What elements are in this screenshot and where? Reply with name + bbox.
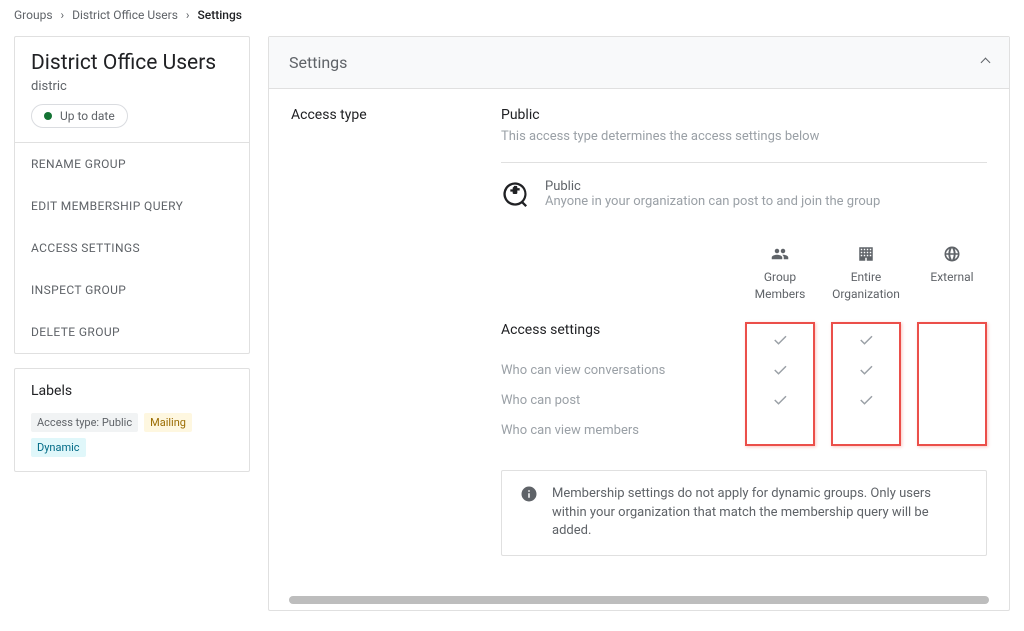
globe-icon: [943, 245, 961, 263]
status-badge: Up to date: [31, 104, 128, 128]
public-heading: Public: [545, 179, 880, 194]
horizontal-scrollbar[interactable]: [289, 596, 989, 604]
labels-heading: Labels: [31, 383, 233, 399]
info-icon: [520, 485, 538, 503]
sidebar-item-inspect-group[interactable]: INSPECT GROUP: [15, 269, 249, 311]
group-name: District Office Users: [31, 51, 233, 75]
people-icon: [771, 245, 789, 263]
public-desc: Anyone in your organization can post to …: [545, 194, 880, 209]
sidebar-item-access-settings[interactable]: ACCESS SETTINGS: [15, 227, 249, 269]
crumb-groups[interactable]: Groups: [14, 8, 53, 22]
row-label-access-type: Access type: [291, 107, 481, 556]
access-type-desc: This access type determines the access s…: [501, 129, 987, 144]
group-email: distric: [31, 79, 233, 94]
access-columns-header: Group Members Entire Organization Extern…: [501, 245, 987, 304]
row-view-conversations: Who can view conversations: [501, 356, 745, 386]
crumb-group[interactable]: District Office Users: [72, 8, 178, 22]
access-type-value: Public: [501, 107, 987, 123]
matrix-col: [745, 322, 815, 446]
status-dot-icon: [44, 112, 52, 120]
sidebar-item-delete-group[interactable]: DELETE GROUP: [15, 311, 249, 353]
sidebar-item-rename-group[interactable]: RENAME GROUP: [15, 143, 249, 185]
highlight-box: [917, 322, 987, 446]
row-who-can-post: Who can post: [501, 386, 745, 416]
matrix-col: [831, 322, 901, 446]
highlight-box: [745, 322, 815, 446]
info-note: Membership settings do not apply for dyn…: [501, 470, 987, 557]
crumb-current: Settings: [198, 8, 242, 22]
access-matrix: [745, 322, 987, 446]
panel-header[interactable]: Settings: [269, 37, 1009, 89]
col-external: External: [917, 245, 987, 304]
globe-search-icon: [501, 180, 529, 208]
breadcrumb: Groups › District Office Users › Setting…: [0, 0, 1024, 30]
note-text: Membership settings do not apply for dyn…: [552, 485, 968, 542]
building-icon: [857, 245, 875, 263]
highlight-box: [831, 322, 901, 446]
status-text: Up to date: [60, 109, 115, 123]
divider: [501, 162, 987, 163]
sidebar-item-edit-membership-query[interactable]: EDIT MEMBERSHIP QUERY: [15, 185, 249, 227]
settings-panel: Settings Access type Public This access …: [268, 36, 1010, 611]
row-view-members: Who can view members: [501, 416, 745, 446]
col-group-members: Group Members: [745, 245, 815, 304]
chip-access-type: Access type: Public: [31, 413, 138, 432]
col-entire-org: Entire Organization: [831, 245, 901, 304]
chip-mailing: Mailing: [144, 413, 192, 432]
chevron-right-icon: ›: [186, 8, 190, 22]
access-settings-heading: Access settings: [501, 322, 745, 338]
chips-row: Access type: Public Mailing Dynamic: [31, 413, 233, 457]
panel-title: Settings: [289, 53, 347, 72]
chip-dynamic: Dynamic: [31, 438, 86, 457]
matrix-col: [917, 322, 987, 446]
chevron-right-icon: ›: [61, 8, 65, 22]
sidebar-menu: RENAME GROUP EDIT MEMBERSHIP QUERY ACCES…: [15, 142, 249, 353]
chevron-up-icon: [981, 58, 991, 68]
